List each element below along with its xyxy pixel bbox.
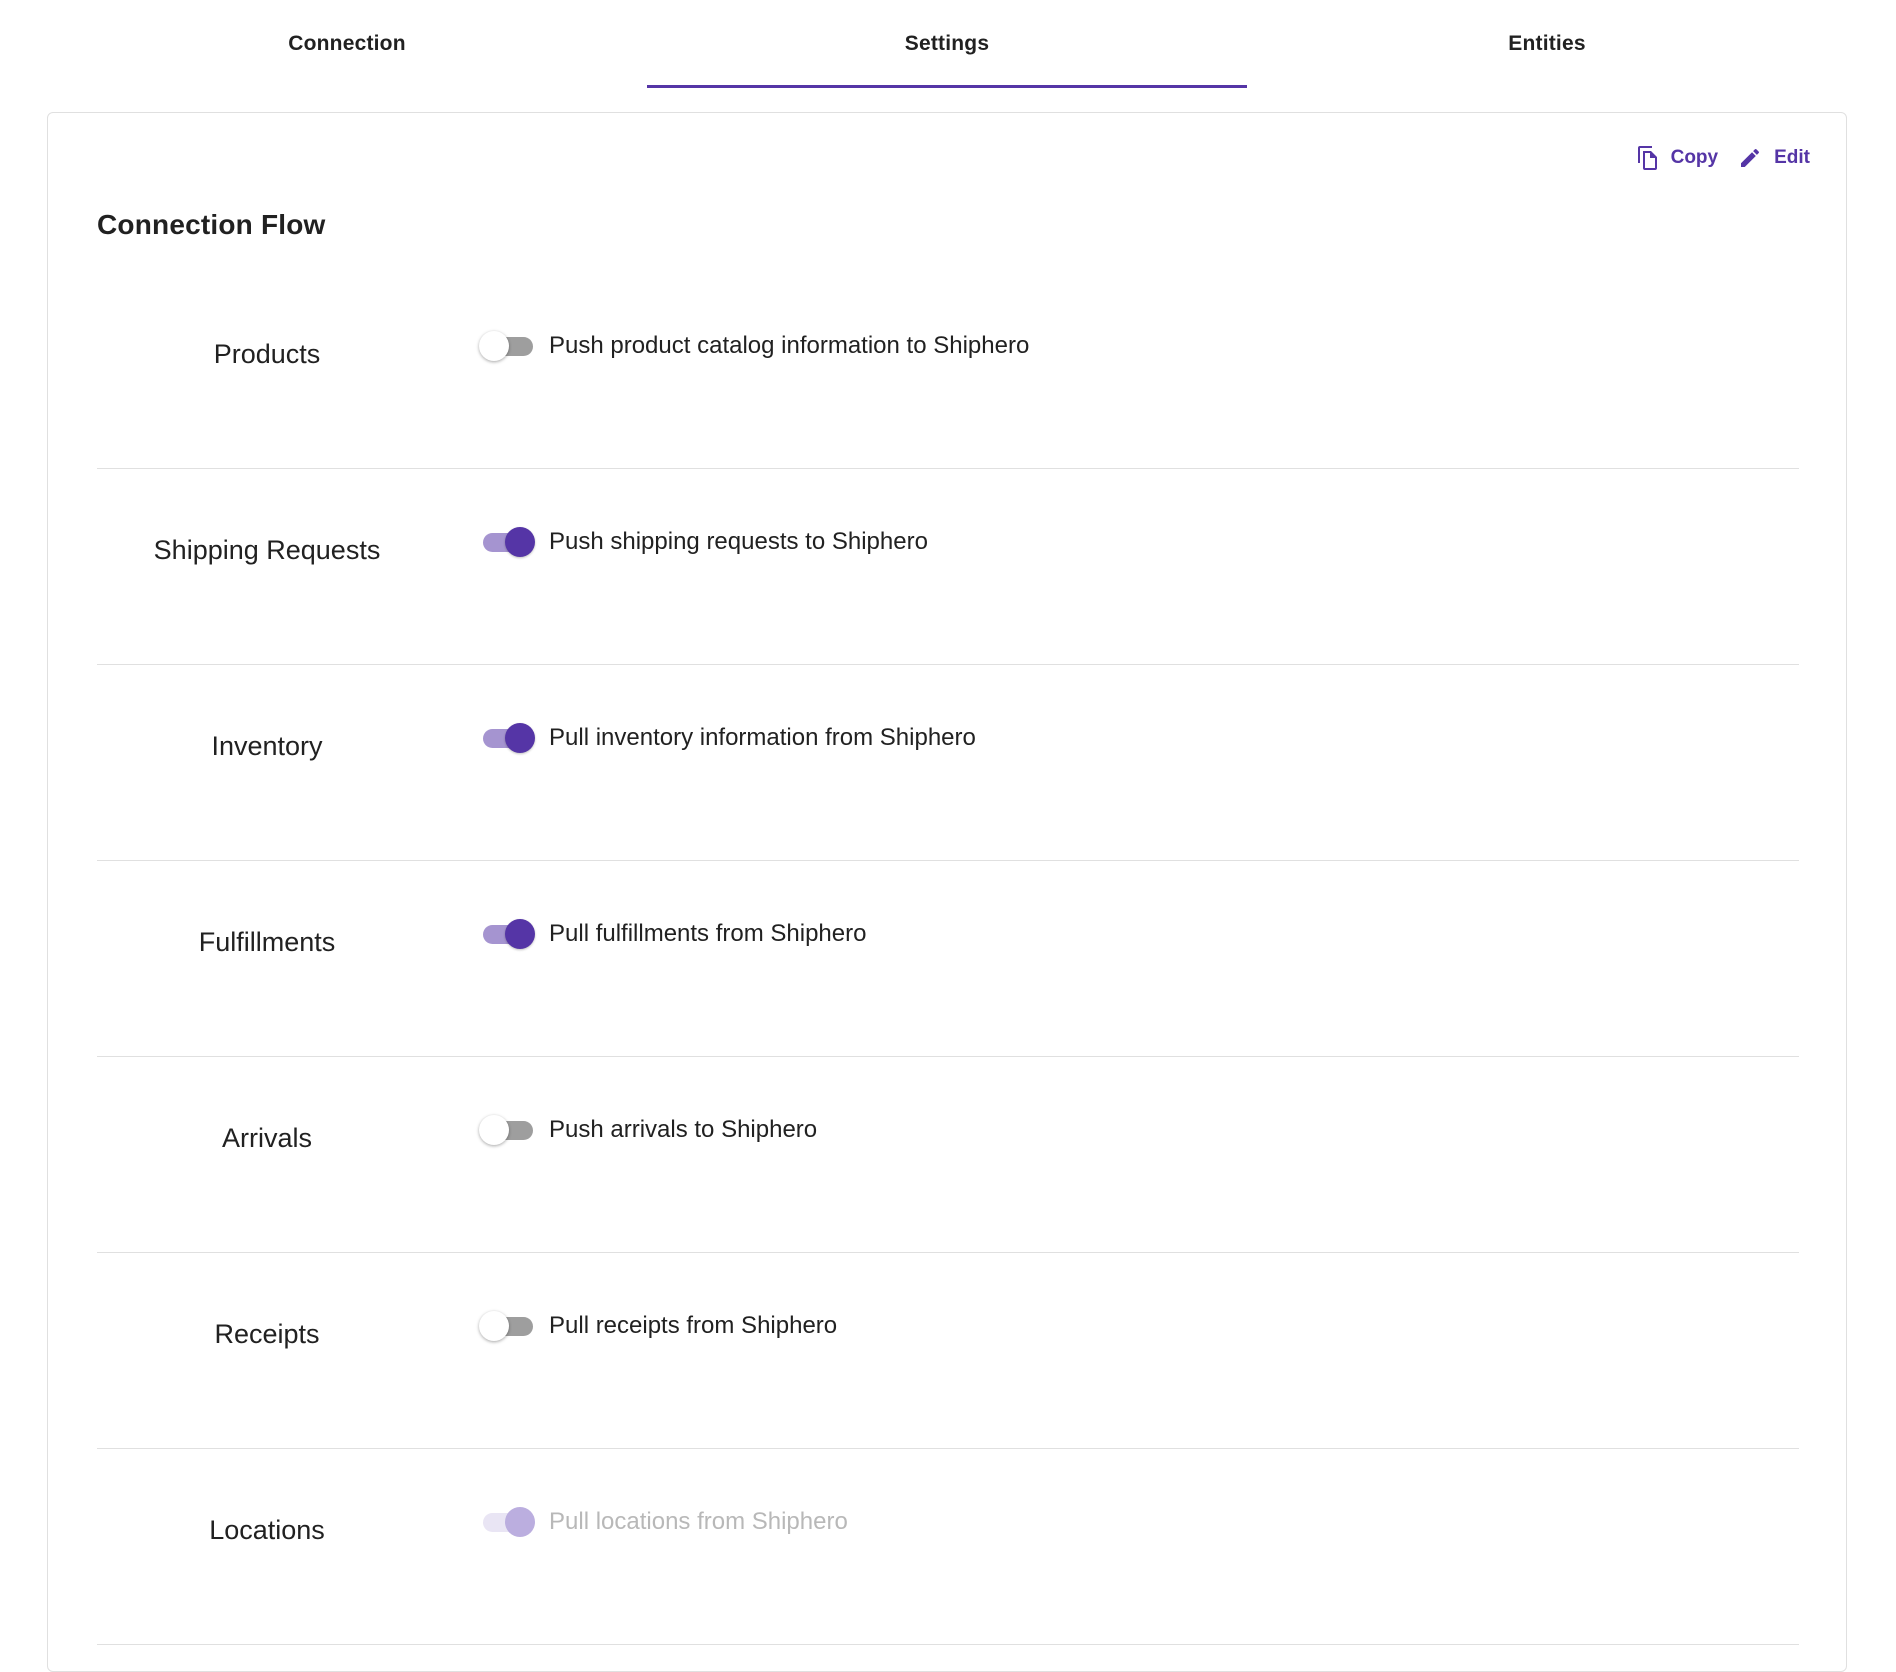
toggle-knob — [479, 1311, 509, 1341]
edit-label: Edit — [1774, 147, 1810, 168]
toggle-switch[interactable] — [479, 1506, 535, 1538]
flow-row-fulfillments: Fulfillments Pull fulfillments from Ship… — [97, 861, 1799, 1057]
toggle-knob — [505, 723, 535, 753]
copy-icon — [1637, 145, 1659, 171]
tab-settings[interactable]: Settings — [647, 0, 1247, 88]
flow-description: Pull locations from Shiphero — [549, 1508, 848, 1535]
tab-bar: Connection Settings Entities — [47, 0, 1847, 88]
flow-description: Push shipping requests to Shiphero — [549, 528, 928, 555]
card-actions: Copy Edit — [1637, 145, 1810, 171]
flow-description: Pull fulfillments from Shiphero — [549, 920, 867, 947]
toggle-knob — [479, 1115, 509, 1145]
flow-toggle-control[interactable]: Pull receipts from Shiphero — [479, 1310, 837, 1342]
flow-row-arrivals: Arrivals Push arrivals to Shiphero — [97, 1057, 1799, 1253]
flow-label: Locations — [209, 1515, 325, 1545]
toggle-switch[interactable] — [479, 918, 535, 950]
flow-label: Receipts — [214, 1319, 320, 1349]
flow-description: Push product catalog information to Ship… — [549, 332, 1030, 359]
toggle-switch[interactable] — [479, 1114, 535, 1146]
flow-label: Inventory — [211, 731, 323, 761]
section-title: Connection Flow — [97, 209, 326, 240]
tab-entities[interactable]: Entities — [1247, 0, 1847, 88]
flow-toggle-control[interactable]: Push arrivals to Shiphero — [479, 1114, 817, 1146]
flow-toggle-control[interactable]: Pull inventory information from Shiphero — [479, 722, 976, 754]
toggle-knob — [505, 919, 535, 949]
flow-label: Products — [213, 339, 321, 369]
copy-button[interactable]: Copy — [1637, 145, 1719, 171]
flow-toggle-control[interactable]: Push product catalog information to Ship… — [479, 330, 1029, 362]
flow-row-locations: Locations Pull locations from Shiphero — [97, 1449, 1799, 1645]
flow-description: Pull receipts from Shiphero — [549, 1312, 838, 1339]
flow-toggle-control[interactable]: Push shipping requests to Shiphero — [479, 526, 928, 558]
toggle-switch[interactable] — [479, 526, 535, 558]
flow-toggle-control[interactable]: Pull fulfillments from Shiphero — [479, 918, 866, 950]
copy-label: Copy — [1670, 147, 1719, 168]
flow-row-receipts: Receipts Pull receipts from Shiphero — [97, 1253, 1799, 1449]
toggle-switch[interactable] — [479, 722, 535, 754]
flow-label: Shipping Requests — [153, 535, 381, 565]
edit-button[interactable]: Edit — [1738, 146, 1810, 170]
flow-toggle-control[interactable]: Pull locations from Shiphero — [479, 1506, 848, 1538]
flow-description: Pull inventory information from Shiphero — [549, 724, 976, 751]
pencil-icon — [1738, 146, 1762, 170]
toggle-knob — [505, 1507, 535, 1537]
tab-connection[interactable]: Connection — [47, 0, 647, 88]
flow-description: Push arrivals to Shiphero — [549, 1116, 818, 1143]
flow-row-inventory: Inventory Pull inventory information fro… — [97, 665, 1799, 861]
toggle-switch[interactable] — [479, 330, 535, 362]
toggle-knob — [505, 527, 535, 557]
toggle-knob — [479, 331, 509, 361]
connection-flow-card: Copy Edit Connection Flow Products Push … — [47, 112, 1847, 1672]
flow-label: Arrivals — [221, 1123, 312, 1153]
toggle-switch[interactable] — [479, 1310, 535, 1342]
flow-row-products: Products Push product catalog informatio… — [97, 273, 1799, 469]
flow-list: Products Push product catalog informatio… — [97, 273, 1799, 1645]
flow-label: Fulfillments — [198, 927, 336, 957]
flow-row-shipping-requests: Shipping Requests Push shipping requests… — [97, 469, 1799, 665]
